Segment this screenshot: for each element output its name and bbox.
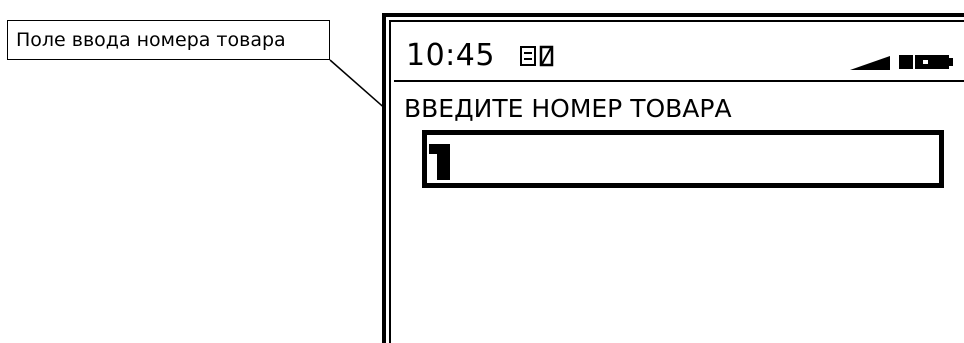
document-zero-icon: [520, 45, 554, 67]
item-number-input[interactable]: [422, 130, 944, 188]
signal-strength-icon: [850, 56, 890, 70]
status-bar: 10:45: [394, 24, 964, 82]
status-time: 10:45: [406, 38, 495, 73]
device-screen: 10:45 ВВЕДИТЕ НОМЕР ТОВАРА: [382, 13, 964, 343]
callout-text: Поле ввода номера товара: [16, 29, 286, 51]
block-cursor-icon: [429, 144, 450, 180]
callout-label: Поле ввода номера товара: [7, 20, 330, 60]
battery-icon: [899, 55, 953, 69]
prompt-text: ВВЕДИТЕ НОМЕР ТОВАРА: [404, 94, 732, 123]
